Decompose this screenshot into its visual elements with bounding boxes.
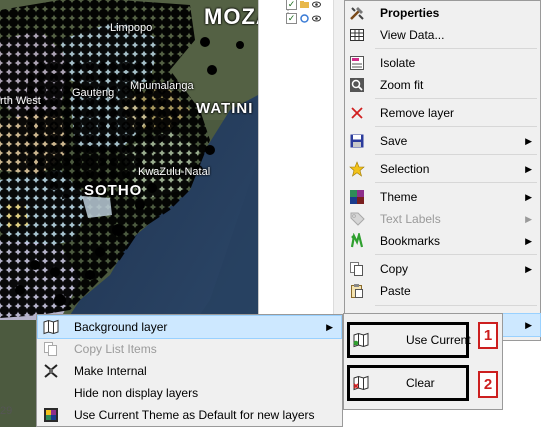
layer-tree[interactable]: ✓ ✓ <box>258 0 344 318</box>
menu-item-make-internal[interactable]: Make Internal <box>38 360 341 382</box>
menu-item-hide-non-display-layers[interactable]: Hide non display layers <box>38 382 341 404</box>
menu-item-label: Isolate <box>380 56 416 70</box>
internal-icon <box>43 363 59 379</box>
menu-item-properties[interactable]: Properties <box>345 2 540 24</box>
menu-item-selection[interactable]: Selection ▶ <box>345 158 540 180</box>
map-label-limpopo: Limpopo <box>110 22 153 34</box>
map-label-country: MOZA <box>204 4 258 29</box>
menu-item-copy[interactable]: Copy ▶ <box>345 258 540 280</box>
map-label-gauteng: Gauteng <box>72 87 115 99</box>
copy-icon <box>349 261 365 277</box>
map-label-north-west: rth West <box>0 95 41 107</box>
submenu-item-label: Use Current <box>406 333 471 347</box>
layer-context-menu-continued: Background layer ▶ Copy List Items Make … <box>36 314 343 427</box>
menu-item-label: Theme <box>380 190 418 204</box>
menu-item-label: Bookmarks <box>380 234 441 248</box>
annotation-badge-1: 1 <box>478 322 498 349</box>
eye-icon[interactable] <box>312 14 321 23</box>
menu-item-view-data[interactable]: View Data... <box>345 24 540 46</box>
tree-scrollbar[interactable] <box>333 0 344 318</box>
menu-item-label: Make Internal <box>74 364 147 378</box>
menu-separator <box>375 126 537 127</box>
menu-item-use-current-theme-default[interactable]: Use Current Theme as Default for new lay… <box>38 404 341 426</box>
map-label-mpumalanga: Mpumalanga <box>130 80 194 92</box>
menu-separator <box>375 48 537 49</box>
copy-list-icon <box>43 341 59 357</box>
table-icon <box>349 27 365 43</box>
layer-icon <box>300 13 309 23</box>
map-label-kwazulu-natal: KwaZulu-Natal <box>138 166 211 178</box>
menu-item-bookmarks[interactable]: Bookmarks ▶ <box>345 230 540 252</box>
submenu-arrow-icon: ▶ <box>525 135 532 146</box>
menu-item-label: Background layer <box>74 320 168 334</box>
menu-item-isolate[interactable]: Isolate <box>345 52 540 74</box>
tag-icon <box>349 211 365 227</box>
menu-separator <box>375 154 537 155</box>
map-use-icon <box>353 332 369 348</box>
layer-context-menu: Properties View Data... Isolate Zoom fit… <box>344 0 541 341</box>
theme-icon <box>349 189 365 205</box>
menu-item-label: Copy List Items <box>74 342 157 356</box>
menu-item-remove-layer[interactable]: Remove layer <box>345 102 540 124</box>
menu-item-label: Text Labels <box>380 212 441 226</box>
map-clear-icon <box>353 375 369 391</box>
menu-item-save[interactable]: Save ▶ <box>345 130 540 152</box>
submenu-arrow-icon: ▶ <box>525 213 532 224</box>
save-icon <box>349 133 365 149</box>
remove-icon <box>349 105 365 121</box>
folder-layer-icon <box>300 0 309 8</box>
menu-item-label: Selection <box>380 162 430 176</box>
theme-default-icon <box>43 407 59 423</box>
menu-item-theme[interactable]: Theme ▶ <box>345 186 540 208</box>
submenu-arrow-icon: ▶ <box>525 263 532 274</box>
submenu-arrow-icon: ▶ <box>525 235 532 246</box>
menu-item-label: Paste <box>380 284 411 298</box>
menu-item-zoom-fit[interactable]: Zoom fit <box>345 74 540 96</box>
menu-item-text-labels[interactable]: Text Labels ▶ <box>345 208 540 230</box>
menu-item-paste[interactable]: Paste <box>345 280 540 302</box>
status-text: 29 <box>0 405 13 417</box>
properties-icon <box>349 5 365 21</box>
menu-item-label: Properties <box>380 6 440 20</box>
submenu-arrow-icon: ▶ <box>525 191 532 202</box>
menu-item-label: Remove layer <box>380 106 455 120</box>
tree-row-1[interactable]: ✓ <box>286 0 321 10</box>
menu-item-label: Use Current Theme as Default for new lay… <box>74 408 315 422</box>
eye-icon[interactable] <box>312 0 321 9</box>
menu-item-background-layer[interactable]: Background layer ▶ <box>37 315 342 339</box>
paste-icon <box>349 283 365 299</box>
menu-item-label: Hide non display layers <box>74 386 199 400</box>
bookmark-icon <box>349 233 365 249</box>
menu-item-label: Zoom fit <box>380 78 424 92</box>
zoom-fit-icon <box>349 77 365 93</box>
menu-item-label: Save <box>380 134 408 148</box>
star-icon <box>349 161 365 177</box>
map-label-lesotho: SOTHO <box>84 182 143 199</box>
submenu-item-label: Clear <box>406 376 435 390</box>
layer-visibility-checkbox[interactable]: ✓ <box>286 12 297 24</box>
submenu-arrow-icon: ▶ <box>525 163 532 174</box>
menu-separator <box>375 305 537 306</box>
map-label-eswatini: WATINI <box>196 100 254 117</box>
submenu-arrow-icon: ▶ <box>525 319 532 330</box>
annotation-badge-2: 2 <box>478 371 498 398</box>
map-icon <box>43 319 59 335</box>
menu-item-copy-list-items[interactable]: Copy List Items <box>38 338 341 360</box>
isolate-icon <box>349 55 365 71</box>
layer-visibility-checkbox[interactable]: ✓ <box>286 0 297 10</box>
menu-item-label: View Data... <box>380 28 445 42</box>
status-bar: 29 <box>0 402 40 427</box>
menu-item-label: Copy <box>380 262 409 276</box>
tree-row-2[interactable]: ✓ <box>286 12 321 24</box>
submenu-arrow-icon: ▶ <box>326 321 333 332</box>
menu-separator <box>375 254 537 255</box>
menu-separator <box>375 182 537 183</box>
submenu-item-use-current[interactable]: Use Current <box>347 322 471 358</box>
menu-separator <box>375 98 537 99</box>
submenu-item-clear[interactable]: Clear <box>347 365 469 401</box>
